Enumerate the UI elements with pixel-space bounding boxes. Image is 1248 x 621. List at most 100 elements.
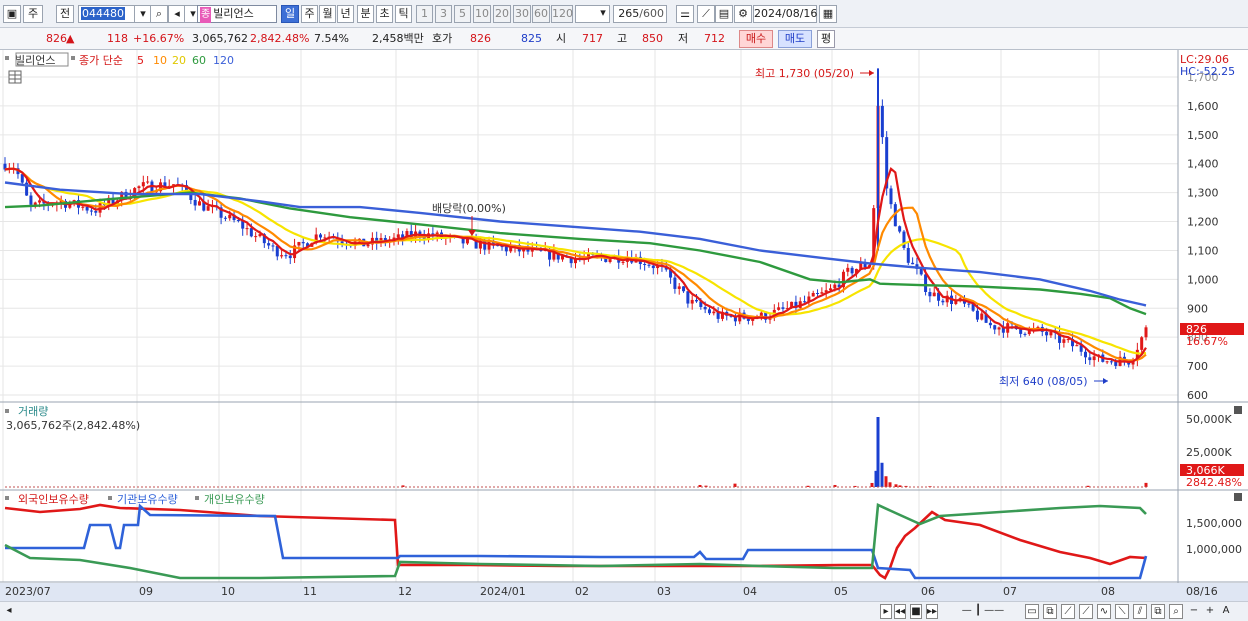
calendar-icon[interactable]: ▦ [819,5,837,23]
draw-icon[interactable]: ∿ [1097,604,1111,619]
tab-yearly[interactable]: 년 [337,5,354,23]
trade-amount: 2,458백만 [372,32,424,45]
price-tick: 900 [1187,302,1208,315]
interval-20[interactable]: 20 [493,5,511,23]
interval-5[interactable]: 5 [454,5,471,23]
stop-icon[interactable]: ■ [910,604,922,619]
candle-body [707,309,711,314]
stock-chart[interactable]: 빌리언스 종가 단순 5 10 20 60 120 최고 1,730 (05/2… [0,50,1248,601]
x-axis-label: 05 [834,585,848,598]
tab-weekly[interactable]: 주 [301,5,318,23]
chevron-down-icon[interactable]: ▾ [594,5,612,23]
candle-body [993,325,997,330]
tab-tick[interactable]: 틱 [395,5,412,23]
gear-icon[interactable]: ⚙ [734,5,752,23]
tab-monthly[interactable]: 월 [319,5,336,23]
zoom-in-icon[interactable]: + [1203,604,1217,619]
x-axis-label: 2023/07 [5,585,51,598]
interval-60[interactable]: 60 [532,5,550,23]
trend-icon[interactable]: ⟍ [1115,604,1129,619]
stock-code-input[interactable]: 044480 [78,5,136,23]
candle-body [919,268,923,275]
tab-daily[interactable]: 일 [281,5,299,23]
interval-120[interactable]: 120 [551,5,573,23]
ma10-label: 10 [153,54,167,67]
duplicate-icon[interactable]: ⧉ [1043,604,1057,619]
open-price: 717 [582,32,603,45]
font-size-icon[interactable]: A [1219,604,1233,619]
x-axis-label: 10 [221,585,235,598]
interval-1[interactable]: 1 [416,5,433,23]
current-price: 826 [46,32,67,45]
candle-settings-icon[interactable]: ⚌ [676,5,694,23]
tools-icon[interactable]: ⟋ [1061,604,1075,619]
candle-body [236,220,240,222]
candle-body [297,242,301,246]
ma20-label: 20 [172,54,186,67]
candle-body [137,186,141,189]
x-axis-label: 2024/01 [480,585,526,598]
close-icon[interactable] [1234,406,1242,414]
x-axis-label: 11 [303,585,317,598]
layout-icon[interactable]: ▭ [1025,604,1039,619]
period-select[interactable]: 주 [23,5,43,23]
prev-button[interactable]: 전 [56,5,74,23]
candle-body [997,327,1001,330]
tab-second[interactable]: 초 [376,5,393,23]
candle-body [889,188,893,205]
interval-30[interactable]: 30 [513,5,531,23]
quote-bar: 826 ▲ 118 +16.67% 3,065,762 2,842.48% 7.… [0,28,1248,50]
candle-body [690,299,694,304]
candle-body [228,214,232,219]
candle-body [366,244,370,247]
scroll-bar[interactable]: ◂ ▸ ◂◂ ■ ▸▸ — ┃ —— ▭ ⧉ ⟋ ⟋ ∿ ⟍ ⫽ ⧉ ⌕ − +… [0,601,1248,621]
hc-label: HC:-52.25 [1180,65,1235,78]
bidask-label: 호가 [432,32,453,45]
price-tick: 1,500 [1187,129,1219,142]
change-percent: +16.67% [133,32,185,45]
x-axis-label: 02 [575,585,589,598]
candle-body [898,226,902,232]
fibonacci-icon[interactable]: ⟋ [1079,604,1093,619]
candle-body [621,261,625,263]
zoom-out-icon[interactable]: − [1187,604,1201,619]
stock-name-field[interactable]: 종 빌리언스 [197,5,277,23]
candle-body [608,259,612,263]
fast-forward-icon[interactable]: ▸▸ [926,604,938,619]
buy-button[interactable]: 매수 [739,30,773,48]
copy-icon[interactable]: ⧉ [1151,604,1165,619]
open-label: 시 [556,32,567,45]
search-icon[interactable]: ⌕ [150,5,168,23]
scroll-left-icon[interactable]: ◂ [3,604,15,619]
volume-value: 3,065,762 [192,32,248,45]
sell-button[interactable]: 매도 [778,30,812,48]
scroll-right-icon[interactable]: ▸ [880,604,892,619]
toolbar: ▣ 주 전 044480 ▾ ⌕ ◂ ▾ 종 빌리언스 일 주 월 년 분 초 틱… [0,0,1248,28]
interval-10[interactable]: 10 [473,5,491,23]
price-tick: 600 [1187,389,1208,402]
candle-body [967,303,971,305]
individual-holding-legend: 개인보유수량 [204,493,265,506]
candle-body [38,200,42,203]
line-tool-icon[interactable]: ⟋ [697,5,715,23]
date-field[interactable]: 2024/08/16 [753,5,817,23]
window-icon[interactable]: ▣ [3,5,21,23]
price-tick: 1,000 [1187,273,1219,286]
tab-minute[interactable]: 분 [357,5,374,23]
candle-body [941,300,945,303]
evaluation-button[interactable]: 평 [817,30,835,48]
magnifier-icon[interactable]: ⌕ [1169,604,1183,619]
channel-icon[interactable]: ⫽ [1133,604,1147,619]
candle-body [284,255,288,257]
candle-body [301,242,305,244]
interval-3[interactable]: 3 [435,5,452,23]
rewind-icon[interactable]: ◂◂ [894,604,906,619]
candle-body [504,246,508,252]
candle-body [816,292,820,294]
count-field[interactable]: 265/600 [613,5,667,23]
close-icon[interactable] [1234,493,1242,501]
candle-body [206,206,210,211]
save-icon[interactable]: ▤ [715,5,733,23]
zoom-slider[interactable]: — ┃ —— [948,604,1018,619]
candle-body [141,182,145,187]
